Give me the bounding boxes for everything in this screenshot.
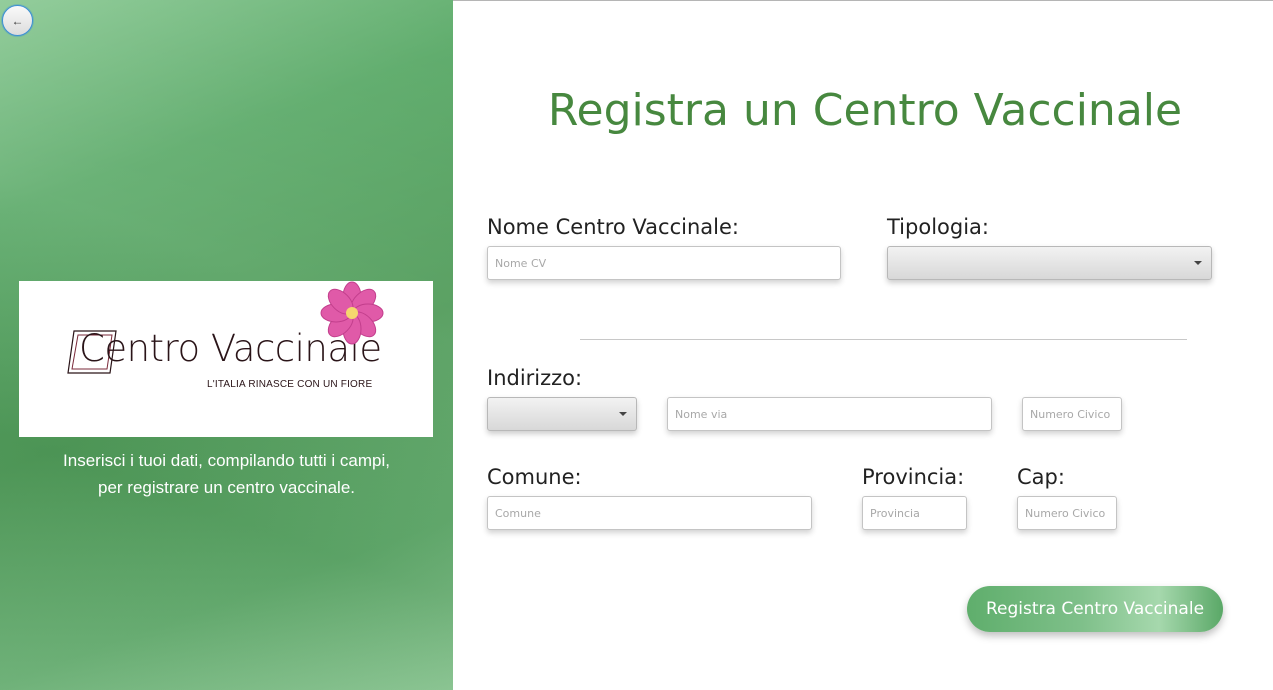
nome-cv-input[interactable] [487,246,841,280]
indirizzo-label: Indirizzo: [487,366,583,390]
logo: Centro Vaccinale L'ITALIA RINASCE CON UN… [19,281,433,437]
left-panel: ← Centro Vaccinale L'ITALIA RINASCE CON … [0,0,453,690]
cap-input[interactable] [1017,496,1117,530]
page-title: Registra un Centro Vaccinale [547,85,1183,136]
provincia-input[interactable] [862,496,967,530]
chevron-down-icon [619,412,627,416]
section-divider [580,339,1187,340]
comune-label: Comune: [487,465,582,489]
left-caption: Inserisci i tuoi dati, compilando tutti … [0,447,453,501]
comune-input[interactable] [487,496,812,530]
caption-line-1: Inserisci i tuoi dati, compilando tutti … [63,451,390,470]
chevron-down-icon [1194,261,1202,265]
back-button[interactable]: ← [2,5,33,36]
app-window: ← Centro Vaccinale L'ITALIA RINASCE CON … [0,0,1273,690]
qualificatore-select[interactable] [487,397,637,431]
logo-tagline: L'ITALIA RINASCE CON UN FIORE [207,379,373,390]
provincia-label: Provincia: [862,465,965,489]
flower-icon [320,281,384,345]
cap-label: Cap: [1017,465,1065,489]
form-panel: Registra un Centro Vaccinale Nome Centro… [453,0,1273,690]
caption-line-2: per registrare un centro vaccinale. [97,478,356,497]
registra-button[interactable]: Registra Centro Vaccinale [967,586,1223,632]
tipologia-label: Tipologia: [887,215,989,239]
back-arrow-icon: ← [11,13,24,28]
nome-label: Nome Centro Vaccinale: [487,215,739,239]
tipologia-select[interactable] [887,246,1212,280]
nome-via-input[interactable] [667,397,992,431]
numero-civico-input[interactable] [1022,397,1122,431]
